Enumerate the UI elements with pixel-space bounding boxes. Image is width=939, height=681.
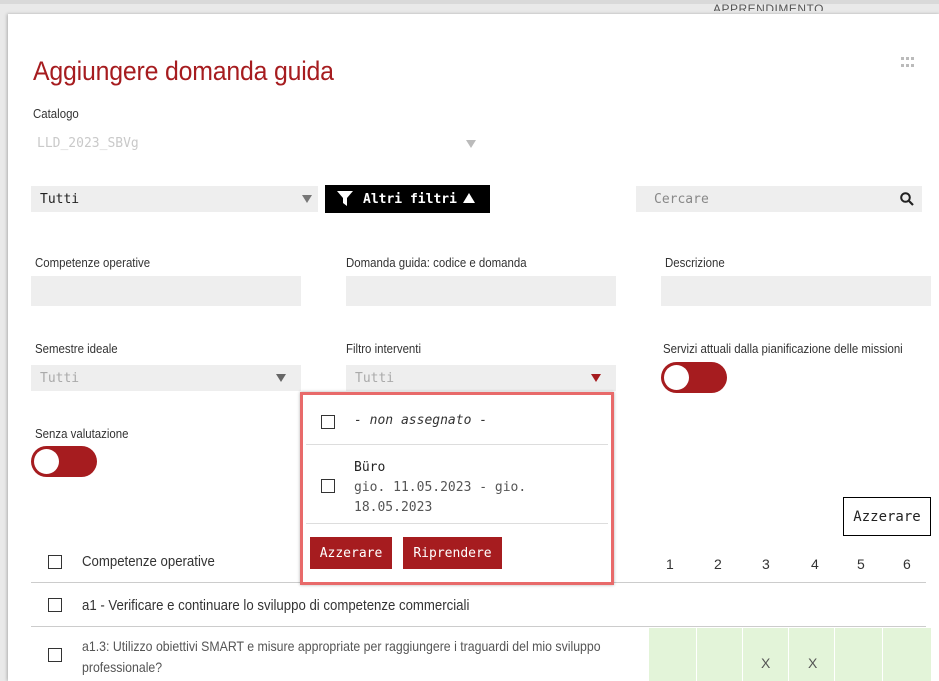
cell-mark: X [808, 655, 818, 671]
chevron-down-icon [302, 195, 312, 203]
caret-up-icon [463, 193, 475, 203]
chevron-down-icon [466, 140, 476, 148]
competenze-label: Competenze operative [35, 255, 151, 270]
interventi-label: Filtro interventi [346, 341, 422, 356]
domanda-field[interactable] [346, 276, 616, 306]
servizi-toggle[interactable] [661, 362, 727, 393]
filter-icon [337, 191, 353, 206]
divider [306, 523, 608, 524]
cell [883, 628, 931, 681]
more-filters-button[interactable]: Altri filtri [325, 185, 490, 213]
divider [306, 444, 608, 445]
semestre-select[interactable]: Tutti [31, 365, 301, 391]
row-label: a1 - Verificare e continuare lo sviluppo… [82, 597, 470, 614]
descrizione-field[interactable] [661, 276, 931, 306]
chevron-down-icon [591, 374, 601, 382]
column-header: 5 [857, 556, 865, 572]
header-competenze: Competenze operative [82, 553, 215, 570]
chevron-down-icon [276, 374, 286, 382]
dropdown-reset-button[interactable]: Azzerare [310, 537, 392, 569]
competenze-field[interactable] [31, 276, 301, 306]
office-option-dates-2: 18.05.2023 [354, 500, 433, 515]
interventi-value: Tutti [355, 371, 395, 386]
column-header: 6 [903, 556, 911, 572]
scope-value: Tutti [40, 192, 80, 207]
senza-label: Senza valutazione [35, 426, 129, 441]
cell-mark: X [761, 655, 771, 671]
row-label-line2: professionale? [82, 659, 163, 675]
more-filters-label: Altri filtri [363, 192, 457, 207]
column-header: 3 [762, 556, 770, 572]
search-icon[interactable] [900, 192, 914, 206]
column-header: 1 [666, 556, 674, 572]
cell [835, 628, 883, 681]
search-input[interactable] [636, 186, 886, 212]
row-label-line1: a1.3: Utilizzo obiettivi SMART e misure … [82, 638, 601, 654]
office-option-name[interactable]: Büro [354, 460, 385, 475]
dropdown-apply-button[interactable]: Riprendere [403, 537, 502, 569]
reset-filters-button[interactable]: Azzerare [843, 497, 931, 536]
apps-grid-icon[interactable] [901, 57, 915, 69]
select-all-checkbox[interactable] [48, 555, 62, 569]
dialog-title: Aggiungere domanda guida [33, 56, 334, 86]
search-box [636, 186, 922, 212]
unassigned-option[interactable]: - non assegnato - [354, 413, 487, 428]
office-checkbox[interactable] [321, 479, 335, 493]
row-checkbox[interactable] [48, 598, 62, 612]
column-header: 2 [714, 556, 722, 572]
row-checkbox[interactable] [48, 648, 62, 662]
domanda-label: Domanda guida: codice e domanda [346, 255, 527, 270]
semestre-value: Tutti [40, 371, 80, 386]
catalog-value: LLD_2023_SBVg [37, 136, 139, 151]
senza-toggle[interactable] [31, 446, 97, 477]
catalog-select[interactable]: LLD_2023_SBVg [31, 131, 486, 155]
interventi-select[interactable]: Tutti [346, 365, 616, 391]
background-header: APPRENDIMENTO [713, 3, 824, 11]
office-option-dates-1: gio. 11.05.2023 - gio. [354, 480, 527, 495]
cell [649, 628, 697, 681]
column-header: 4 [811, 556, 819, 572]
scope-select[interactable]: Tutti [31, 186, 318, 212]
semestre-label: Semestre ideale [35, 341, 118, 356]
cell [697, 628, 743, 681]
interventi-dropdown-menu: - non assegnato - Büro gio. 11.05.2023 -… [300, 392, 614, 585]
unassigned-checkbox[interactable] [321, 415, 335, 429]
descrizione-label: Descrizione [665, 255, 725, 270]
servizi-label: Servizi attuali dalla pianificazione del… [663, 341, 903, 356]
catalog-label: Catalogo [33, 106, 79, 121]
